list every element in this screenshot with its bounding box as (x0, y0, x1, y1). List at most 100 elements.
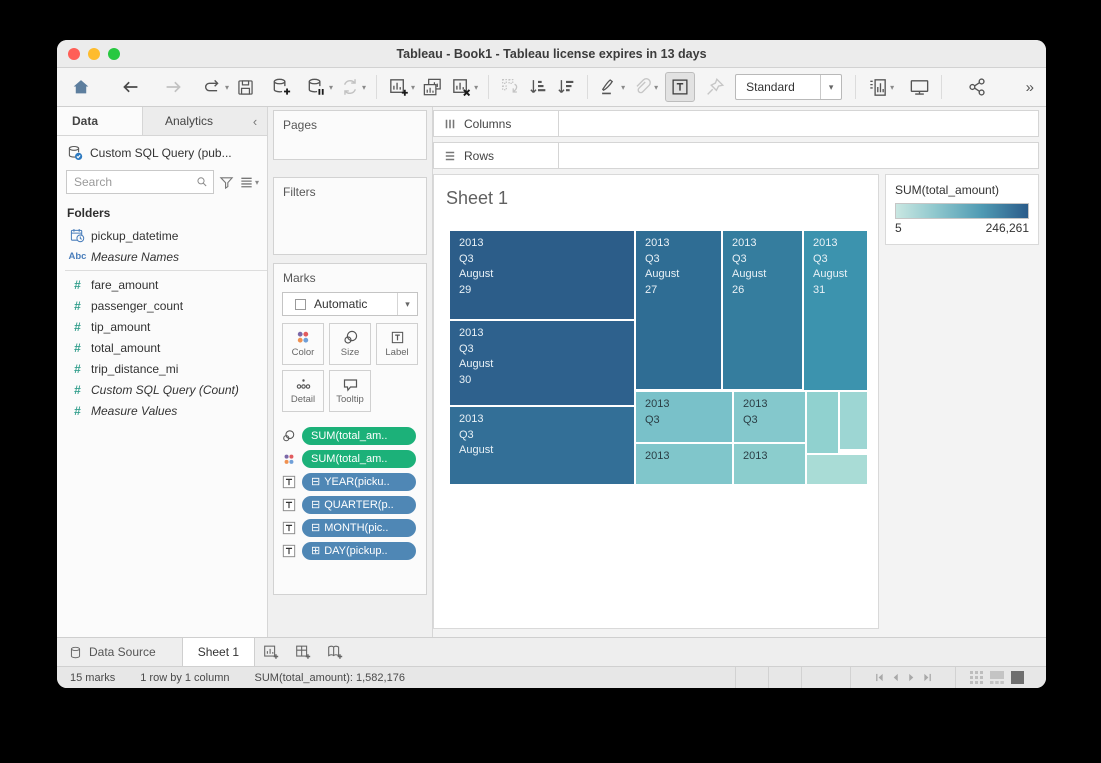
treemap-cell[interactable]: 2013Q3 (636, 392, 732, 442)
field-pill[interactable]: ⊟QUARTER(p.. (302, 496, 416, 514)
refresh-icon (339, 76, 361, 98)
forward-arrow-icon (162, 76, 184, 98)
share-button[interactable] (963, 73, 991, 101)
refresh-button[interactable]: ▾ (336, 73, 369, 101)
filmstrip-view-icon[interactable] (990, 671, 1004, 684)
new-story-tab-button[interactable] (319, 638, 351, 666)
tab-data[interactable]: Data (57, 107, 143, 135)
expand-collapse-icon[interactable]: ⊞ (311, 546, 320, 557)
expand-collapse-icon[interactable]: ⊟ (311, 523, 320, 534)
filters-shelf[interactable]: Filters (273, 177, 427, 255)
treemap-cell[interactable]: 2013Q3August29 (450, 231, 634, 319)
treemap-cell[interactable] (807, 455, 867, 484)
field-tip-amount[interactable]: #tip_amount (57, 316, 267, 337)
search-input[interactable] (72, 174, 196, 190)
field-custom-sql-query-count-[interactable]: #Custom SQL Query (Count) (57, 379, 267, 400)
expand-collapse-icon[interactable]: ⊟ (311, 477, 320, 488)
new-worksheet-tab-button[interactable] (255, 638, 287, 666)
treemap-cell-label: 2013 (743, 449, 805, 465)
pill-label: MONTH(pic.. (324, 522, 388, 534)
fix-axes-button[interactable] (701, 73, 729, 101)
caret-icon: ▾ (654, 83, 658, 92)
view-options-button[interactable]: ▾ (239, 175, 259, 190)
treemap-cell[interactable] (807, 392, 838, 453)
single-view-icon[interactable] (1011, 671, 1024, 684)
treemap-cell[interactable]: 2013Q3August30 (450, 321, 634, 405)
fit-selector[interactable]: Standard ▾ (735, 74, 842, 100)
presentation-mode-button[interactable] (905, 73, 934, 101)
redo-button[interactable]: ▾ (199, 73, 232, 101)
search-box[interactable] (66, 170, 214, 194)
color-button[interactable]: Color (282, 323, 324, 365)
treemap-cell[interactable] (840, 392, 867, 449)
field-measure-names[interactable]: AbcMeasure Names (57, 246, 267, 267)
field-total-amount[interactable]: #total_amount (57, 337, 267, 358)
tab-analytics[interactable]: Analytics (143, 107, 243, 135)
field-passenger-count[interactable]: #passenger_count (57, 295, 267, 316)
save-button[interactable] (232, 73, 259, 101)
tab-sheet-1[interactable]: Sheet 1 (182, 638, 255, 666)
collapse-panel-button[interactable]: ‹ (243, 107, 267, 135)
columns-shelf[interactable]: Columns (433, 110, 1039, 137)
mark-type-dropdown[interactable]: Automatic ▾ (282, 292, 418, 316)
label-button[interactable]: Label (376, 323, 418, 365)
treemap-cell[interactable]: 2013 (734, 444, 805, 484)
grid-view-icon[interactable] (970, 671, 983, 684)
field-pill[interactable]: ⊞DAY(pickup.. (302, 542, 416, 560)
rows-shelf[interactable]: Rows (433, 142, 1039, 169)
treemap-cell[interactable]: 2013Q3August26 (723, 231, 802, 389)
pause-updates-button[interactable]: ▾ (302, 73, 336, 101)
size-button-label: Size (341, 347, 359, 358)
group-members-button[interactable]: ▾ (628, 73, 661, 101)
treemap-cell-label: Q3 (459, 252, 634, 268)
legend-gradient-bar[interactable] (895, 203, 1029, 219)
filter-fields-icon[interactable] (219, 175, 234, 190)
last-page-icon[interactable] (923, 673, 932, 682)
swap-rows-columns-icon (499, 76, 521, 98)
toolbar-overflow-button[interactable]: » (1026, 79, 1036, 96)
detail-button[interactable]: Detail (282, 370, 324, 412)
treemap-cell[interactable]: 2013Q3 (734, 392, 805, 442)
clear-sheet-button[interactable]: ▾ (447, 73, 481, 101)
show-mark-labels-button[interactable] (665, 72, 695, 102)
forward-button[interactable] (159, 73, 187, 101)
new-datasource-button[interactable] (267, 73, 296, 101)
field-pill[interactable]: SUM(total_am.. (302, 427, 416, 445)
field-pill[interactable]: ⊟ MONTH(pic.. (302, 519, 416, 537)
duplicate-sheet-button[interactable] (418, 73, 447, 101)
close-window-button[interactable] (68, 48, 80, 60)
size-button[interactable]: Size (329, 323, 371, 365)
previous-page-icon[interactable] (891, 673, 900, 682)
new-worksheet-button[interactable]: ▾ (384, 73, 418, 101)
show-hide-cards-button[interactable]: ▾ (863, 73, 897, 101)
highlight-button[interactable]: ▾ (595, 73, 628, 101)
marks-pills: SUM(total_am.. SUM(total_am.. ⊟YEAR(picku.… (280, 427, 423, 560)
data-source-connection[interactable]: Custom SQL Query (pub... (57, 136, 267, 168)
treemap-cell[interactable]: 2013Q3August (450, 407, 634, 484)
minimize-window-button[interactable] (88, 48, 100, 60)
detail-button-label: Detail (291, 394, 315, 405)
tab-data-source[interactable]: Data Source (57, 638, 182, 666)
maximize-window-button[interactable] (108, 48, 120, 60)
field-pickup-datetime[interactable]: pickup_datetime (57, 225, 267, 246)
swap-rows-columns-button[interactable] (496, 73, 524, 101)
field-fare-amount[interactable]: #fare_amount (57, 274, 267, 295)
next-page-icon[interactable] (907, 673, 916, 682)
expand-collapse-icon[interactable]: ⊟ (311, 500, 320, 511)
back-button[interactable] (117, 73, 145, 101)
first-page-icon[interactable] (875, 673, 884, 682)
tooltip-button[interactable]: Tooltip (329, 370, 371, 412)
home-button[interactable] (67, 73, 95, 101)
field-measure-values[interactable]: #Measure Values (57, 400, 267, 421)
sort-ascending-button[interactable] (524, 73, 552, 101)
field-pill[interactable]: ⊟YEAR(picku.. (302, 473, 416, 491)
treemap-cell[interactable]: 2013Q3August31 (804, 231, 867, 390)
treemap-cell[interactable]: 2013 (636, 444, 732, 484)
new-dashboard-tab-button[interactable] (287, 638, 319, 666)
tooltip-button-label: Tooltip (336, 394, 363, 405)
sort-descending-button[interactable] (552, 73, 580, 101)
field-trip-distance-mi[interactable]: #trip_distance_mi (57, 358, 267, 379)
field-pill[interactable]: SUM(total_am.. (302, 450, 416, 468)
pages-shelf[interactable]: Pages (273, 110, 427, 160)
treemap-cell[interactable]: 2013Q3August27 (636, 231, 721, 389)
